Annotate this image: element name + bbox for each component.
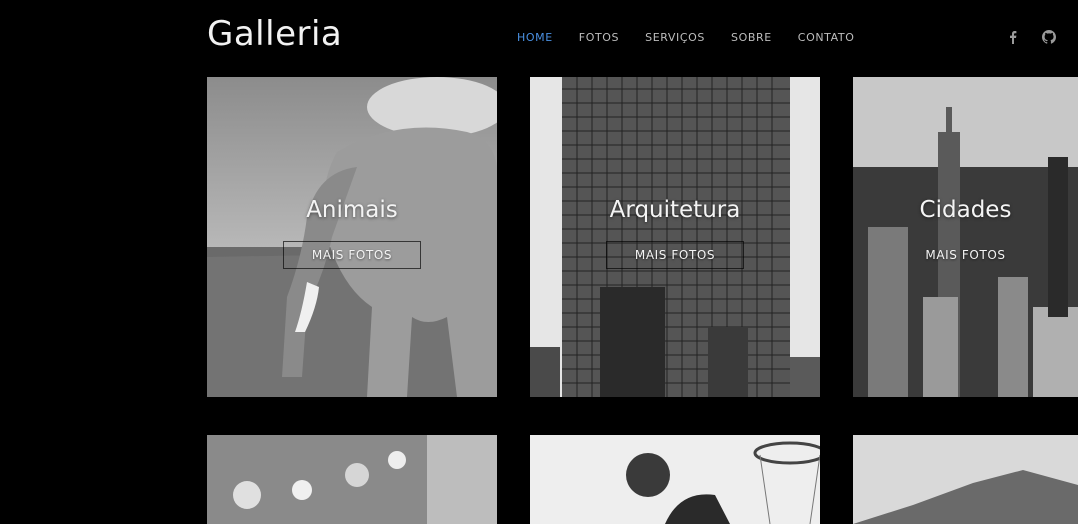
github-icon[interactable] [1042, 29, 1056, 44]
facebook-icon[interactable] [1006, 29, 1020, 44]
nav-contato[interactable]: CONTATO [798, 31, 855, 44]
gallery-card-6[interactable] [853, 435, 1078, 524]
nav-servicos[interactable]: SERVIÇOS [645, 31, 705, 44]
elephant-image [207, 77, 497, 397]
card-title: Animais [306, 197, 398, 223]
main-nav: HOME FOTOS SERVIÇOS SOBRE CONTATO [517, 31, 880, 44]
mais-fotos-button[interactable]: MAIS FOTOS [606, 241, 744, 269]
building-image [530, 77, 820, 397]
mais-fotos-button[interactable]: MAIS FOTOS [897, 241, 1035, 269]
gallery-card-animais[interactable]: Animais MAIS FOTOS [207, 77, 497, 397]
city-image [853, 77, 1078, 397]
site-logo[interactable]: Galleria [207, 14, 342, 54]
nav-home[interactable]: HOME [517, 31, 553, 44]
card-title: Arquitetura [609, 197, 741, 223]
mais-fotos-button[interactable]: MAIS FOTOS [283, 241, 421, 269]
social-links [1006, 29, 1056, 44]
nav-fotos[interactable]: FOTOS [579, 31, 619, 44]
gallery-card-cidades[interactable]: Cidades MAIS FOTOS [853, 77, 1078, 397]
bokeh-image [207, 435, 497, 524]
card-title: Cidades [919, 197, 1012, 223]
mountain-image [853, 435, 1078, 524]
nav-sobre[interactable]: SOBRE [731, 31, 772, 44]
gallery-card-arquitetura[interactable]: Arquitetura MAIS FOTOS [530, 77, 820, 397]
basketball-image [530, 435, 820, 524]
gallery-card-4[interactable] [207, 435, 497, 524]
gallery-card-5[interactable] [530, 435, 820, 524]
